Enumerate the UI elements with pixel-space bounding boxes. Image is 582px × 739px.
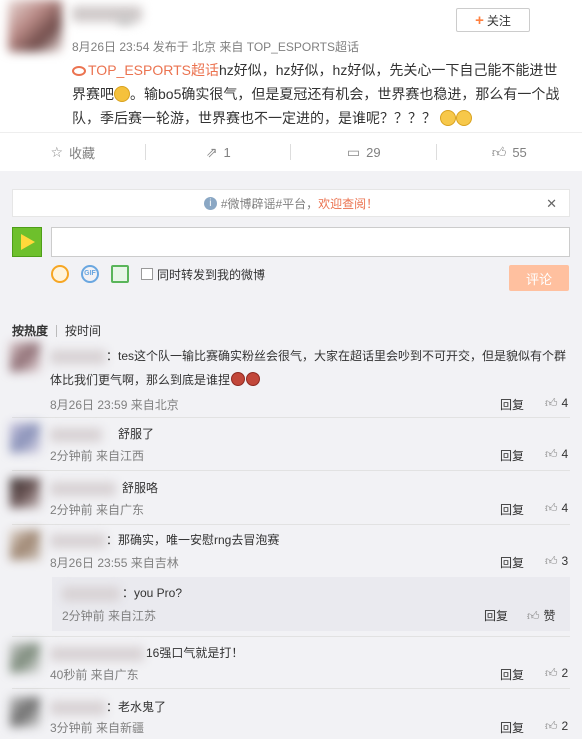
- comment-text: 舒服咯: [122, 481, 159, 495]
- sort-time-tab[interactable]: 按时间: [65, 322, 101, 339]
- comment-like-button[interactable]: 👍︎ 4: [545, 396, 568, 411]
- share-button[interactable]: ⇗ 1: [146, 133, 292, 171]
- comment-meta: 40秒前 来自广东: [50, 668, 139, 682]
- reply-button[interactable]: 回复: [500, 554, 524, 571]
- supertopic-icon: [72, 66, 86, 76]
- forward-checkbox[interactable]: [141, 268, 153, 280]
- divider: [56, 324, 58, 337]
- post-text-line2: 界赛吧: [72, 86, 114, 102]
- thumb-up-icon: 👍︎: [545, 554, 558, 568]
- comment-username[interactable]: [50, 647, 144, 661]
- comment-avatar[interactable]: [10, 423, 40, 453]
- comment-input[interactable]: [51, 227, 570, 257]
- comment-username[interactable]: [62, 587, 120, 601]
- post-text-line3: 。输bo5确实很气，但是夏冠还有机会，世界赛也稳进，那么有一个战: [130, 86, 560, 102]
- thumb-up-icon: 👍︎: [545, 719, 558, 733]
- gif-icon[interactable]: GIF: [81, 265, 99, 283]
- compose-tools: GIF 同时转发到我的微博: [51, 265, 265, 283]
- cry-emoji-icon: [455, 110, 472, 126]
- reply-button[interactable]: 回复: [500, 501, 524, 518]
- comment-avatar[interactable]: [10, 342, 40, 372]
- submit-comment-button[interactable]: 评论: [509, 265, 569, 291]
- divider: [12, 688, 570, 689]
- comment-username[interactable]: [50, 701, 106, 715]
- post-text: TOP_ESPORTS超话hz好似，hz好似，hz好似，先关心一下自己能不能进世…: [72, 58, 562, 130]
- comment-text: ：那确实，唯一安慰rng去冒泡赛: [106, 533, 280, 547]
- divider: [12, 417, 570, 418]
- post-author-avatar[interactable]: [8, 0, 62, 52]
- comment-like-button[interactable]: 👍︎ 赞: [527, 607, 556, 624]
- thumb-up-icon: 👍︎: [491, 143, 507, 160]
- divider: [12, 636, 570, 637]
- image-icon[interactable]: [111, 265, 129, 283]
- forward-label: 同时转发到我的微博: [157, 267, 266, 282]
- comment-avatar[interactable]: [10, 643, 40, 673]
- comment-meta: 2分钟前 来自江苏: [62, 609, 157, 623]
- comment-username[interactable]: [50, 482, 116, 496]
- comment-meta: 2分钟前 来自广东: [50, 503, 145, 517]
- comment-button[interactable]: ▭ 29: [291, 133, 437, 171]
- thumb-up-icon: 👍︎: [527, 609, 540, 623]
- post-text-line4: 队，季后赛一轮游，世界赛也不一定进的，是谁呢？？？？: [72, 110, 436, 126]
- thumb-up-icon: 👍︎: [545, 396, 558, 410]
- sub-reply-text: ：you Pro?: [122, 586, 183, 600]
- sort-bar: 按热度 按时间: [12, 322, 101, 339]
- comment-avatar[interactable]: [10, 697, 40, 727]
- comment-meta: 2分钟前 来自江西: [50, 449, 145, 463]
- my-avatar[interactable]: [12, 227, 42, 257]
- post-meta: 8月26日 23:54 发布于 北京 来自 TOP_ESPORTS超话: [72, 40, 359, 54]
- comment-meta: 8月26日 23:55 来自吉林: [50, 556, 179, 570]
- post-action-bar: ☆ 收藏 ⇗ 1 ▭ 29 👍︎ 55: [0, 133, 582, 171]
- post-text-line1: hz好似，hz好似，hz好似，先关心一下自己能不能进世: [218, 62, 558, 78]
- plus-icon: +: [475, 11, 484, 29]
- info-icon: i: [203, 196, 217, 210]
- comment-text: ：tes这个队一输比赛确实粉丝会很气，大家在超话里会吵到不可开交，但是貌似有个群: [106, 349, 567, 363]
- comment-like-button[interactable]: 👍︎ 2: [545, 666, 568, 681]
- notice-link[interactable]: 欢迎查阅！: [318, 195, 378, 212]
- reply-button[interactable]: 回复: [500, 396, 524, 413]
- comment-text-cont: 体比我们更气啊，那么到底是谁捏: [50, 370, 261, 390]
- cry-emoji-icon: [439, 110, 456, 126]
- comment-icon: ▭: [346, 143, 361, 160]
- comment-like-button[interactable]: 👍︎ 3: [545, 554, 568, 569]
- comment-meta: 3分钟前 来自新疆: [50, 721, 145, 735]
- comment-username[interactable]: [50, 350, 106, 364]
- rumor-notice: i #微博辟谣#平台， 欢迎查阅！ ✕: [12, 189, 570, 217]
- follow-button[interactable]: + 关注: [456, 8, 530, 32]
- angry-emoji-icon: [231, 372, 246, 386]
- follow-label: 关注: [486, 13, 511, 28]
- supertopic-link[interactable]: TOP_ESPORTS超话: [88, 62, 219, 78]
- comment-like-button[interactable]: 👍︎ 4: [545, 447, 568, 462]
- comment-like-button[interactable]: 👍︎ 2: [545, 719, 568, 734]
- close-icon[interactable]: ✕: [546, 196, 557, 212]
- comment-avatar[interactable]: [10, 478, 40, 508]
- reply-button[interactable]: 回复: [484, 607, 508, 624]
- comment-meta: 8月26日 23:59 来自北京: [50, 398, 179, 412]
- comment-username[interactable]: [50, 534, 106, 548]
- thumb-up-icon: 👍︎: [545, 501, 558, 515]
- like-button[interactable]: 👍︎ 55: [437, 133, 582, 171]
- reply-button[interactable]: 回复: [500, 719, 524, 736]
- star-icon: ☆: [50, 143, 64, 160]
- comment-text: ：老水鬼了: [106, 700, 167, 714]
- grin-emoji-icon: [114, 86, 130, 102]
- sort-hot-tab[interactable]: 按热度: [12, 322, 48, 339]
- divider: [12, 470, 570, 471]
- thumb-up-icon: 👍︎: [545, 666, 558, 680]
- comment-text: 舒服了: [118, 427, 155, 441]
- angry-emoji-icon: [246, 372, 261, 386]
- reply-button[interactable]: 回复: [500, 447, 524, 464]
- comment-username[interactable]: [50, 428, 102, 442]
- reply-button[interactable]: 回复: [500, 666, 524, 683]
- comment-like-button[interactable]: 👍︎ 4: [545, 501, 568, 516]
- comment-avatar[interactable]: [10, 530, 40, 560]
- thumb-up-icon: 👍︎: [545, 447, 558, 461]
- comment-text: 16强口气就是打！: [146, 646, 244, 660]
- favorite-button[interactable]: ☆ 收藏: [0, 133, 146, 171]
- post-author-name-suffix: [118, 18, 132, 24]
- divider: [12, 524, 570, 525]
- share-icon: ⇗: [205, 143, 218, 160]
- emoji-icon[interactable]: [51, 265, 69, 283]
